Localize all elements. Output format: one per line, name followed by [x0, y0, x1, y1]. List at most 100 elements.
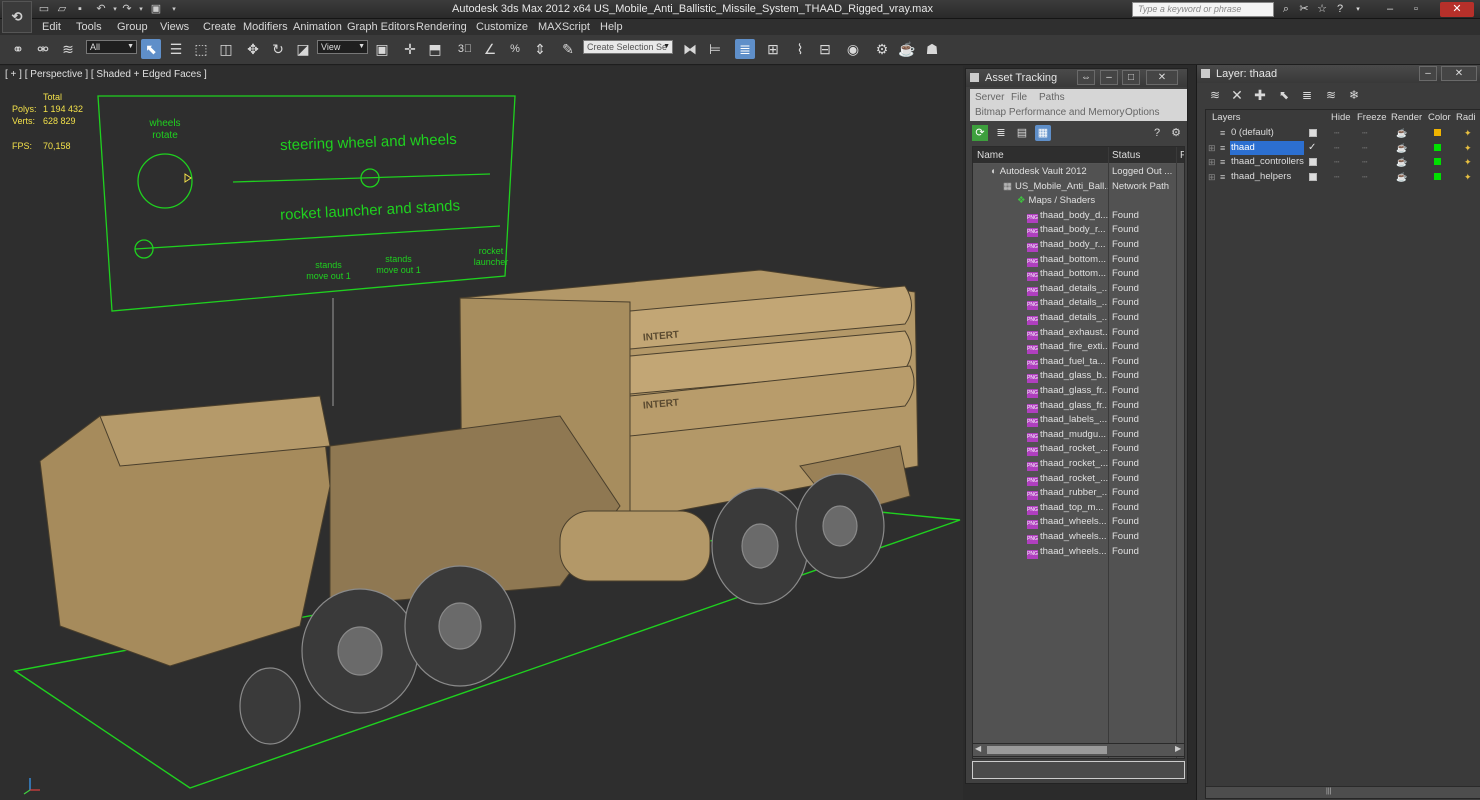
select-by-name-icon[interactable]: ☰ [166, 39, 186, 59]
help-icon[interactable]: ? [1332, 2, 1348, 17]
menu-edit[interactable]: Edit [42, 21, 61, 33]
column-path[interactable]: P [1180, 147, 1184, 164]
layer-color-swatch[interactable] [1434, 158, 1441, 166]
hide-all-layers-icon[interactable]: ≋ [1323, 87, 1339, 103]
asset-row[interactable]: PNG thaad_body_d... Found [973, 209, 1184, 224]
freeze-toggle-icon[interactable]: ┄ [1362, 170, 1367, 184]
freeze-toggle-icon[interactable]: ┄ [1362, 126, 1367, 140]
menu-group[interactable]: Group [117, 21, 148, 33]
menu-customize[interactable]: Customize [476, 21, 528, 33]
new-layer-icon[interactable]: ≋ [1207, 87, 1223, 103]
search-input[interactable]: Type a keyword or phrase [1132, 2, 1274, 17]
app-logo-icon[interactable]: ⟲ [2, 1, 32, 33]
select-manipulate-icon[interactable]: ✛ [400, 39, 420, 59]
menu-server[interactable]: Server [975, 92, 1004, 103]
new-file-icon[interactable]: ▭ [36, 2, 52, 17]
close-icon[interactable]: ✕ [1440, 2, 1474, 17]
render-teapot-icon[interactable]: ☕ [1396, 141, 1407, 155]
radiosity-icon[interactable]: ✦ [1464, 155, 1472, 169]
current-layer-checkbox[interactable] [1309, 172, 1317, 181]
menu-create[interactable]: Create [203, 21, 236, 33]
edit-named-selection-icon[interactable]: ✎ [558, 39, 578, 59]
mirror-icon[interactable]: ⧓ [680, 39, 700, 59]
pivot-center-icon[interactable]: ▣ [372, 39, 392, 59]
hide-toggle-icon[interactable]: ┄ [1334, 155, 1339, 169]
column-name[interactable]: Name [977, 147, 1004, 164]
bind-space-warp-icon[interactable]: ≋ [58, 39, 78, 59]
layer-row[interactable]: ≡ 0 (default) ┄ ┄ ☕ ✦ [1206, 126, 1480, 140]
perspective-viewport[interactable]: [ + ] [ Perspective ] [ Shaded + Edged F… [0, 66, 963, 800]
column-layers[interactable]: Layers [1212, 110, 1241, 125]
redo-dropdown-icon[interactable]: ▾ [133, 2, 149, 17]
layer-row[interactable]: ⊞ ≡ thaad_helpers ┄ ┄ ☕ ✦ [1206, 170, 1480, 184]
render-teapot-icon[interactable]: ☕ [1396, 126, 1407, 140]
angle-snap-icon[interactable]: ∠ [480, 39, 500, 59]
current-layer-checkbox[interactable] [1309, 129, 1317, 137]
project-folder-icon[interactable]: ▣ [148, 2, 164, 17]
rendered-frame-window-icon[interactable]: ☕ [897, 39, 917, 59]
spinner-snap-icon[interactable]: ⇕ [530, 39, 550, 59]
highlight-selected-icon[interactable]: ≣ [1299, 87, 1315, 103]
expand-icon[interactable]: ⊞ [1208, 141, 1216, 155]
maximize-icon[interactable]: □ [1122, 70, 1140, 85]
asset-row[interactable]: PNG thaad_rocket_... Found [973, 472, 1184, 487]
asset-row[interactable]: PNG thaad_wheels... Found [973, 515, 1184, 530]
menu-modifiers[interactable]: Modifiers [243, 21, 288, 33]
quick-access-dropdown-icon[interactable]: ▾ [166, 2, 182, 17]
minimize-icon[interactable]: – [1419, 66, 1437, 81]
select-object-icon[interactable]: ⬉ [141, 39, 161, 59]
asset-path-field[interactable] [972, 761, 1185, 779]
radiosity-icon[interactable]: ✦ [1464, 126, 1472, 140]
schematic-view-icon[interactable]: ⊟ [815, 39, 835, 59]
layer-name[interactable]: 0 (default) [1230, 126, 1304, 140]
layer-row[interactable]: ⊞ ≡ thaad_controllers ┄ ┄ ☕ ✦ [1206, 155, 1480, 169]
render-setup-icon[interactable]: ⚙ [872, 39, 892, 59]
curve-editor-icon[interactable]: ⌇ [790, 39, 810, 59]
scale-icon[interactable]: ◪ [293, 39, 313, 59]
asset-row[interactable]: PNG thaad_details_... Found [973, 296, 1184, 311]
minimize-icon[interactable]: – [1382, 2, 1398, 17]
layer-name[interactable]: thaad_controllers [1230, 155, 1304, 169]
asset-tracking-titlebar[interactable]: Asset Tracking ⇔ – □ ✕ [966, 69, 1187, 87]
asset-row[interactable]: PNG thaad_rocket_... Found [973, 442, 1184, 457]
horizontal-scrollbar[interactable]: ◀ ▶ [972, 743, 1185, 757]
column-render[interactable]: Render [1391, 110, 1422, 125]
menu-animation[interactable]: Animation [293, 21, 342, 33]
layer-horizontal-scrollbar[interactable]: ||| [1206, 786, 1480, 798]
table-view-icon[interactable]: ▤ [1014, 125, 1030, 141]
settings-icon[interactable]: ⚙ [1168, 125, 1184, 141]
save-icon[interactable]: ▪ [72, 2, 88, 17]
layer-color-swatch[interactable] [1434, 143, 1441, 151]
named-selection-set-dropdown[interactable]: Create Selection Se ▼ [583, 40, 673, 54]
render-production-icon[interactable]: ☗ [922, 39, 942, 59]
freeze-all-layers-icon[interactable]: ❄ [1346, 87, 1362, 103]
asset-row[interactable]: PNG thaad_wheels... Found [973, 530, 1184, 545]
material-editor-icon[interactable]: ◉ [843, 39, 863, 59]
snaps-toggle-icon[interactable]: 3⃝ [455, 39, 475, 59]
hide-toggle-icon[interactable]: ┄ [1334, 170, 1339, 184]
maximize-icon[interactable]: ▫ [1408, 2, 1424, 17]
rectangle-selection-icon[interactable]: ⬚ [191, 39, 211, 59]
add-to-layer-icon[interactable]: ✚ [1252, 87, 1268, 103]
column-radiosity[interactable]: Radi [1456, 110, 1476, 125]
expand-icon[interactable]: ⊞ [1208, 170, 1216, 184]
freeze-toggle-icon[interactable]: ┄ [1362, 141, 1367, 155]
list-view-icon[interactable]: ≣ [993, 125, 1009, 141]
layer-row[interactable]: ⊞ ≡ thaad ✓ ┄ ┄ ☕ ✦ [1206, 140, 1480, 155]
reference-coordinate-dropdown[interactable]: View ▼ [317, 40, 368, 54]
move-icon[interactable]: ✥ [243, 39, 263, 59]
menu-file[interactable]: File [1011, 92, 1027, 103]
asset-tree-table[interactable]: Name Status P ◐Autodesk Vault 2012 Logged… [972, 146, 1185, 759]
search-icon[interactable]: ⌕ [1278, 2, 1294, 17]
tools-icon[interactable]: ✂ [1296, 2, 1312, 17]
asset-row[interactable]: PNG thaad_wheels... Found [973, 545, 1184, 560]
radiosity-icon[interactable]: ✦ [1464, 141, 1472, 155]
asset-row[interactable]: PNG thaad_bottom... Found [973, 267, 1184, 282]
layer-name[interactable]: thaad_helpers [1230, 170, 1304, 184]
column-color[interactable]: Color [1428, 110, 1451, 125]
percent-snap-icon[interactable]: % [505, 39, 525, 59]
delete-layer-icon[interactable]: ✕ [1229, 87, 1245, 103]
help-dropdown-icon[interactable]: ▾ [1350, 2, 1366, 17]
current-layer-checkbox[interactable] [1309, 158, 1317, 167]
open-file-icon[interactable]: ▱ [54, 2, 70, 17]
